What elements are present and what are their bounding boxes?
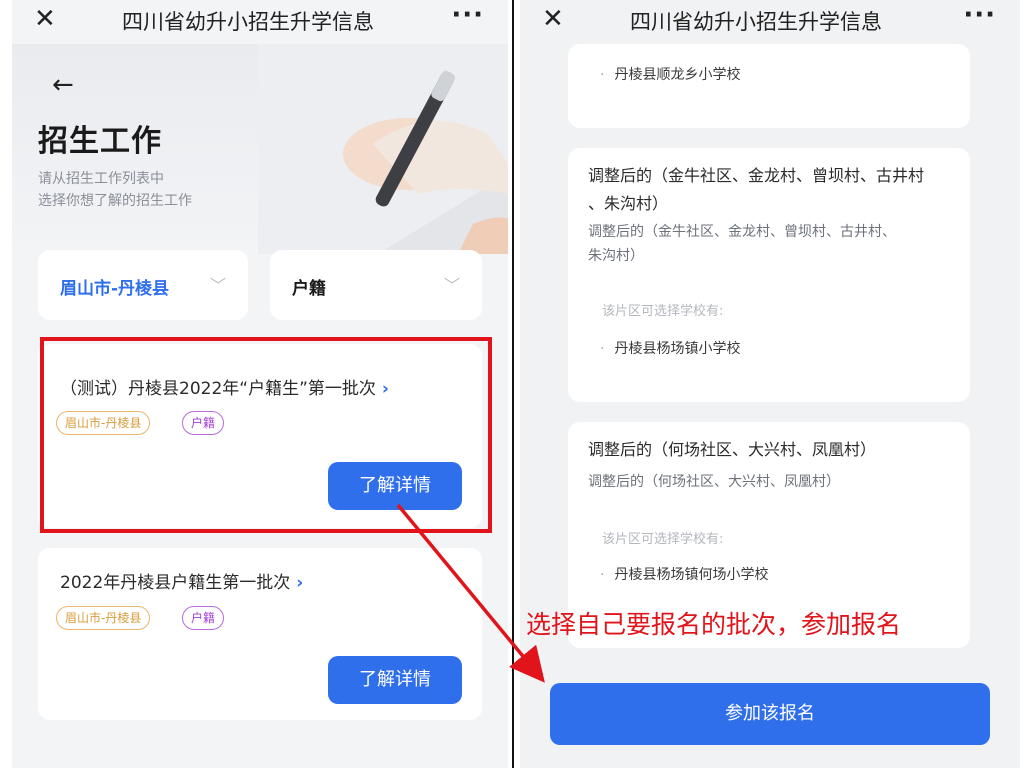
close-icon[interactable]: ✕ xyxy=(542,4,564,34)
school-hint: 该片区可选择学校有: xyxy=(602,532,724,547)
school-item[interactable]: · 丹棱县顺龙乡小学校 xyxy=(600,64,740,84)
chevron-down-icon: ﹀ xyxy=(443,276,460,295)
enrollment-card[interactable]: 2022年丹棱县户籍生第一批次 › 眉山市-丹棱县 户籍 了解详情 xyxy=(38,548,482,720)
area-title: 调整后的（何场社区、大兴村、凤凰村） xyxy=(588,440,877,459)
chevron-down-icon: ﹀ xyxy=(209,276,226,295)
title-bar: ✕ 四川省幼升小招生升学信息 ··· xyxy=(12,0,508,44)
school-item[interactable]: · 丹棱县杨场镇何场小学校 xyxy=(600,564,768,584)
annotation-text: 选择自己要报名的批次，参加报名 xyxy=(526,610,902,639)
school-item[interactable]: · 丹棱县杨场镇小学校 xyxy=(600,338,740,358)
school-hint: 该片区可选择学校有: xyxy=(602,304,724,319)
more-icon[interactable]: ··· xyxy=(963,0,996,30)
hero-subtitle: 选择你想了解的招生工作 xyxy=(38,193,192,209)
details-button[interactable]: 了解详情 xyxy=(328,656,462,704)
card-title[interactable]: 2022年丹棱县户籍生第一批次 › xyxy=(60,568,303,593)
window-title: 四川省幼升小招生升学信息 xyxy=(122,10,374,34)
region-tag: 眉山市-丹棱县 xyxy=(56,606,151,630)
area-title: 调整后的（金牛社区、金龙村、曾坝村、古井村 xyxy=(588,166,925,185)
region-filter-label: 眉山市-丹棱县 xyxy=(60,279,170,299)
area-description: 朱沟村） xyxy=(588,248,644,264)
left-phone-screen: ✕ 四川省幼升小招生升学信息 ··· ← 招生工作 请从招生工作列表中 选择你想… xyxy=(12,0,508,768)
type-filter-label: 户籍 xyxy=(292,279,326,299)
highlight-box xyxy=(40,337,492,533)
close-icon[interactable]: ✕ xyxy=(34,4,56,34)
join-registration-button[interactable]: 参加该报名 xyxy=(550,683,990,745)
area-description: 调整后的（何场社区、大兴村、凤凰村） xyxy=(588,474,840,490)
area-title: 、朱沟村） xyxy=(588,194,669,213)
more-icon[interactable]: ··· xyxy=(451,0,484,30)
huji-tag: 户籍 xyxy=(182,606,225,630)
window-title: 四川省幼升小招生升学信息 xyxy=(630,10,882,34)
panel-divider xyxy=(512,0,514,768)
chevron-right-icon: › xyxy=(296,573,304,593)
page-title: 招生工作 xyxy=(38,124,162,159)
area-card: · 丹棱县顺龙乡小学校 xyxy=(568,44,970,128)
bullet-icon: · xyxy=(600,67,605,83)
back-arrow-icon[interactable]: ← xyxy=(52,70,74,100)
area-card: 调整后的（金牛社区、金龙村、曾坝村、古井村 、朱沟村） 调整后的（金牛社区、金龙… xyxy=(568,148,970,402)
title-bar: ✕ 四川省幼升小招生升学信息 ··· xyxy=(520,0,1020,44)
writing-hand-illustration xyxy=(258,44,508,254)
region-filter-dropdown[interactable]: 眉山市-丹棱县 ﹀ xyxy=(38,250,248,320)
type-filter-dropdown[interactable]: 户籍 ﹀ xyxy=(270,250,482,320)
bullet-icon: · xyxy=(600,341,605,357)
bullet-icon: · xyxy=(600,567,605,583)
area-description: 调整后的（金牛社区、金龙村、曾坝村、古井村、 xyxy=(588,224,896,240)
hero-subtitle: 请从招生工作列表中 xyxy=(38,171,164,187)
right-phone-screen: ✕ 四川省幼升小招生升学信息 ··· · 丹棱县顺龙乡小学校 调整后的（金牛社区、… xyxy=(520,0,1020,768)
